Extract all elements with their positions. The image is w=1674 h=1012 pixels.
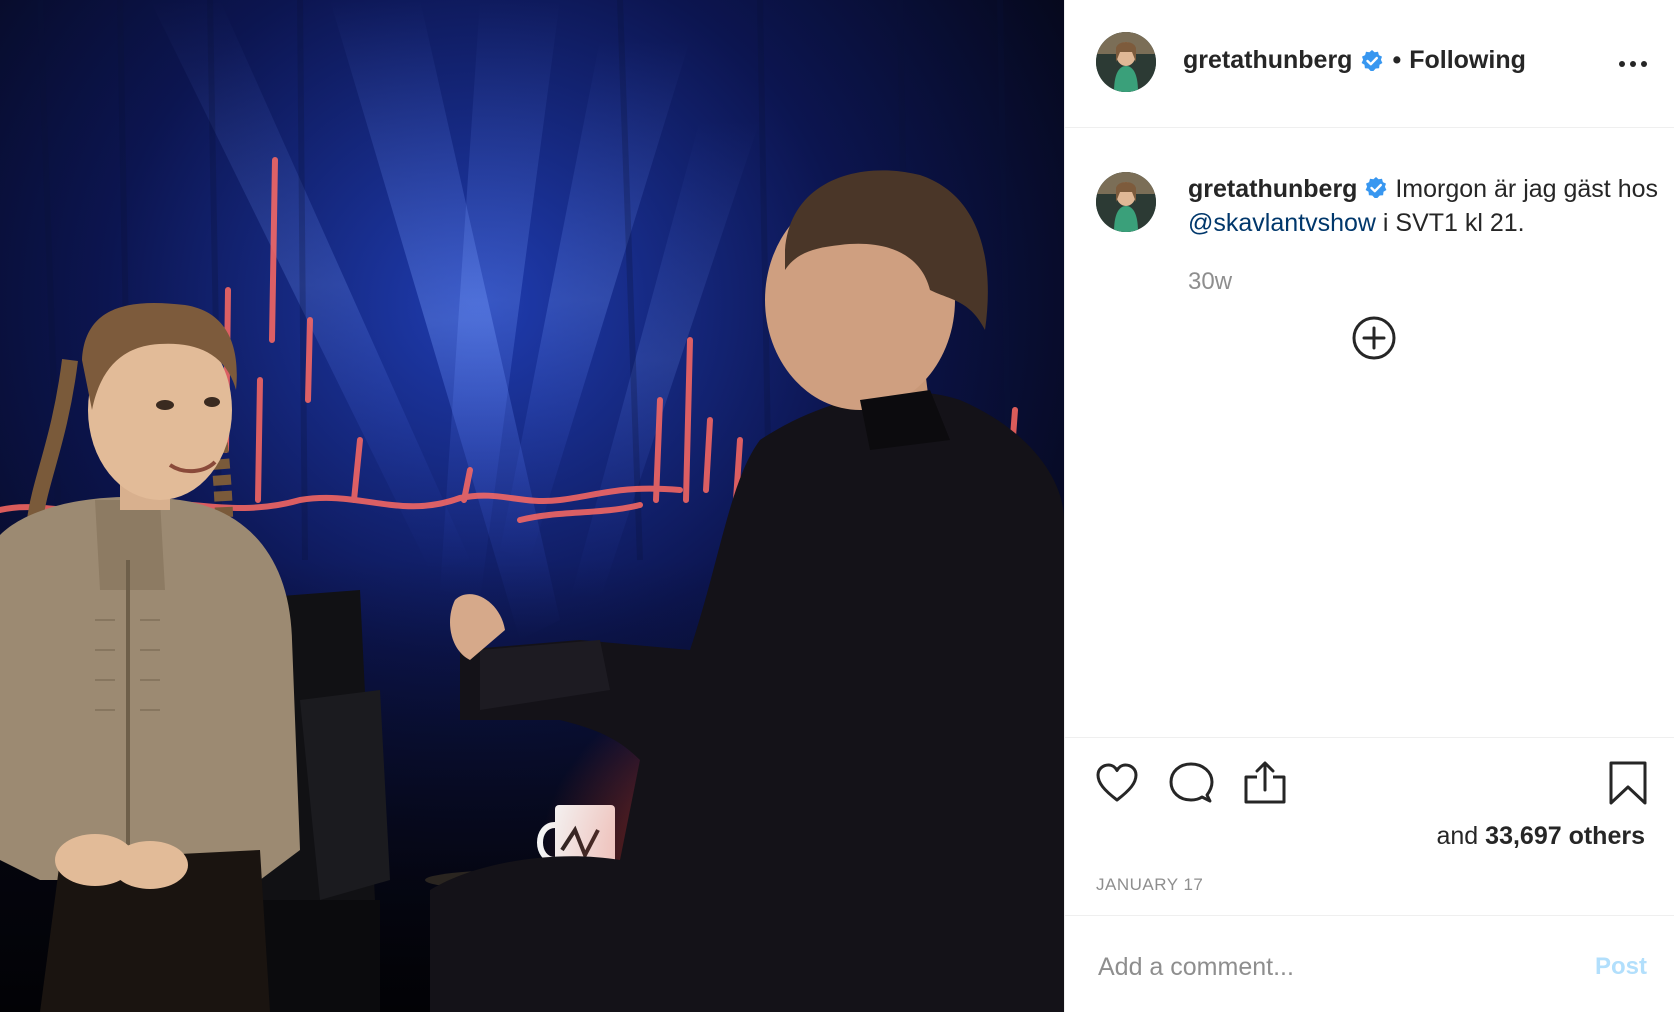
avatar-image bbox=[1096, 172, 1156, 232]
heart-icon[interactable] bbox=[1094, 760, 1140, 806]
avatar[interactable] bbox=[1096, 172, 1156, 232]
verified-badge-icon bbox=[1360, 49, 1384, 73]
post-side-panel: gretathunberg • Following gretathunberg … bbox=[1064, 0, 1674, 1012]
share-icon[interactable] bbox=[1242, 760, 1288, 806]
avatar-image bbox=[1096, 32, 1156, 92]
add-comment-input[interactable] bbox=[1096, 950, 1560, 984]
separator-dot: • bbox=[1392, 46, 1402, 74]
instagram-post: gretathunberg • Following gretathunberg … bbox=[0, 0, 1674, 1012]
post-comment-button[interactable]: Post bbox=[1589, 952, 1653, 982]
post-date[interactable]: JANUARY 17 bbox=[1096, 875, 1203, 895]
caption-body-start: Imorgon är jag gäst hos bbox=[1395, 175, 1659, 203]
mention-link[interactable]: @skavlantvshow bbox=[1188, 209, 1376, 237]
post-image bbox=[0, 0, 1064, 1012]
verified-badge-icon bbox=[1364, 175, 1388, 199]
bookmark-icon[interactable] bbox=[1605, 760, 1651, 806]
more-options-icon[interactable] bbox=[1613, 50, 1653, 78]
caption-text: gretathunberg Imorgon är jag gäst hos @s… bbox=[1188, 172, 1658, 240]
likes-prefix: and bbox=[1436, 822, 1479, 850]
plus-circle-icon[interactable] bbox=[1351, 315, 1397, 361]
username-link[interactable]: gretathunberg bbox=[1183, 46, 1352, 75]
caption-timestamp[interactable]: 30w bbox=[1188, 268, 1232, 296]
likes-others[interactable]: 33,697 others bbox=[1485, 822, 1645, 850]
comment-bar: Post bbox=[1065, 915, 1674, 1012]
comment-icon[interactable] bbox=[1168, 760, 1214, 806]
caption-body-end: i SVT1 kl 21. bbox=[1375, 209, 1525, 237]
action-bar bbox=[1065, 737, 1674, 833]
post-photo[interactable] bbox=[0, 0, 1064, 1012]
avatar[interactable] bbox=[1096, 32, 1156, 92]
likes-count[interactable]: and 33,697 others bbox=[1437, 822, 1646, 851]
following-button[interactable]: Following bbox=[1409, 46, 1526, 75]
caption-username-link[interactable]: gretathunberg bbox=[1188, 175, 1357, 203]
header-user-line: gretathunberg • Following bbox=[1183, 46, 1526, 75]
post-header: gretathunberg • Following bbox=[1065, 0, 1674, 128]
